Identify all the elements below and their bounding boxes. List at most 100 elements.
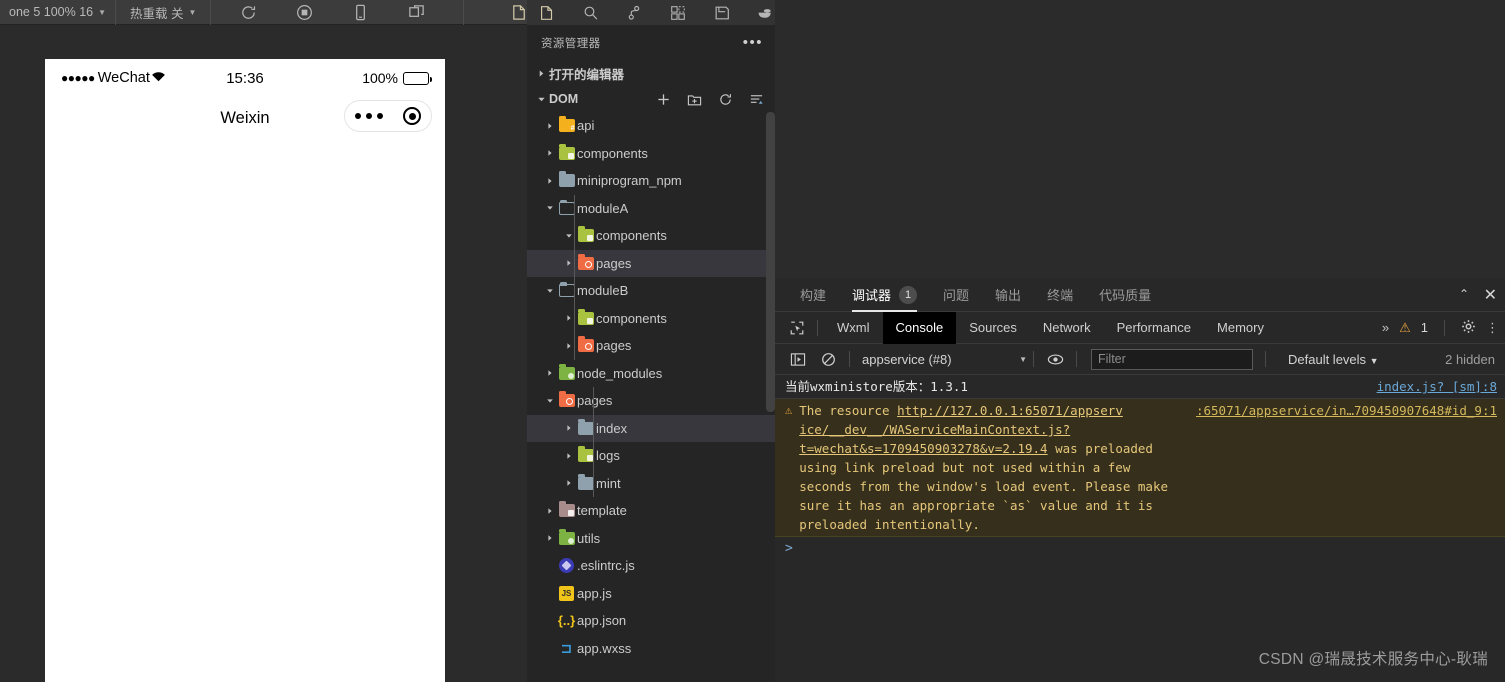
panel-tab-label: 调试器 bbox=[852, 288, 892, 303]
tree-item-label: app.json bbox=[577, 613, 627, 629]
warning-triangle-icon: ⚠ bbox=[1399, 319, 1411, 335]
inspect-element-icon[interactable] bbox=[783, 320, 811, 336]
tree-item-mint[interactable]: mint bbox=[527, 470, 775, 498]
console-message-warning[interactable]: ⚠ The resource http://127.0.0.1:65071/ap… bbox=[775, 399, 1505, 537]
panel-tab-输出[interactable]: 输出 bbox=[995, 278, 1021, 312]
wxss-icon-icon: ⊐ bbox=[560, 639, 573, 656]
tree-scrollbar[interactable] bbox=[766, 112, 775, 412]
chevron-up-icon[interactable]: ⌃ bbox=[1459, 287, 1469, 301]
folder-orange-icon bbox=[575, 253, 596, 270]
chevron-down-icon bbox=[543, 204, 556, 212]
target-circle-icon[interactable] bbox=[403, 107, 422, 125]
preview-device-icon[interactable] bbox=[349, 1, 371, 23]
explorer-more-icon[interactable]: ••• bbox=[743, 34, 763, 51]
wifi-icon bbox=[151, 70, 166, 86]
tree-item-pages[interactable]: pages bbox=[527, 387, 775, 415]
devtools-tab-console[interactable]: Console bbox=[882, 311, 957, 344]
indent-guide bbox=[593, 387, 594, 497]
more-dots-icon[interactable] bbox=[354, 112, 384, 120]
explorer-icon[interactable] bbox=[537, 2, 557, 23]
tree-item-label: miniprogram_npm bbox=[577, 173, 682, 189]
panel-tab-label: 问题 bbox=[943, 288, 970, 303]
new-folder-icon[interactable] bbox=[686, 91, 703, 108]
devtools-tab-network[interactable]: Network bbox=[1030, 312, 1104, 344]
tree-item-label: pages bbox=[577, 393, 613, 409]
refresh-icon[interactable] bbox=[717, 91, 734, 108]
console-inline-link[interactable]: ice/__dev__/WAServiceMainContext.js?t=we… bbox=[799, 422, 1070, 456]
chevron-right-icon bbox=[543, 534, 556, 542]
clear-console-icon[interactable] bbox=[813, 352, 843, 367]
panel-tab-构建[interactable]: 构建 bbox=[800, 278, 826, 312]
docker-icon[interactable] bbox=[755, 2, 775, 23]
chevron-down-icon bbox=[533, 95, 549, 104]
battery-icon bbox=[403, 71, 433, 85]
panel-tab-代码质量[interactable]: 代码质量 bbox=[1099, 278, 1151, 312]
tree-item-label: app.js bbox=[577, 585, 612, 601]
folder-orange-icon bbox=[556, 391, 577, 408]
tree-item-app-json[interactable]: {..} app.json bbox=[527, 607, 775, 635]
workspace-section[interactable]: DOM bbox=[527, 86, 775, 112]
folder-lime-icon bbox=[575, 308, 596, 325]
file-tree[interactable]: # api components miniprogram_npm moduleA comp… bbox=[527, 112, 775, 662]
console-inline-link[interactable]: http://127.0.0.1:65071/appserv bbox=[897, 403, 1123, 418]
refresh-icon[interactable] bbox=[237, 1, 259, 23]
eslint-icon-icon bbox=[556, 558, 577, 574]
devtools-tab-wxml[interactable]: Wxml bbox=[824, 312, 883, 344]
hot-reload-selector[interactable]: 热重载 关 ▼ bbox=[116, 0, 212, 25]
save-icon[interactable] bbox=[712, 2, 732, 23]
panel-tab-问题[interactable]: 问题 bbox=[943, 278, 969, 312]
console-source-link[interactable]: index.js? [sm]:8 bbox=[1363, 377, 1497, 396]
panel-tab-终端[interactable]: 终端 bbox=[1047, 278, 1073, 312]
tree-item-label: logs bbox=[596, 448, 620, 464]
console-output[interactable]: 当前wxministore版本：1.3.1 index.js? [sm]:8 ⚠… bbox=[775, 375, 1505, 560]
folder-yellow-icon: # bbox=[556, 116, 577, 133]
tree-item-pages[interactable]: pages bbox=[527, 332, 775, 360]
tree-item--eslintrc-js[interactable]: .eslintrc.js bbox=[527, 552, 775, 580]
device-selector[interactable]: one 5 100% 16 ▼ bbox=[0, 0, 117, 25]
panel-tab-调试器[interactable]: 调试器 1 bbox=[852, 278, 918, 312]
console-source-link[interactable]: :65071/appservice/in…709450907648#id_9:1 bbox=[1182, 401, 1497, 420]
console-filter-input[interactable] bbox=[1091, 348, 1253, 370]
console-message-info[interactable]: 当前wxministore版本：1.3.1 index.js? [sm]:8 bbox=[775, 375, 1505, 399]
devtools-tab-sources[interactable]: Sources bbox=[956, 312, 1030, 344]
tree-item-label: template bbox=[577, 503, 627, 519]
tree-item-api[interactable]: # api bbox=[527, 112, 775, 140]
live-expression-icon[interactable] bbox=[1040, 353, 1070, 366]
close-icon[interactable]: ✕ bbox=[1484, 285, 1497, 305]
tree-item-components[interactable]: components bbox=[527, 305, 775, 333]
gear-icon[interactable] bbox=[1461, 319, 1476, 337]
tree-item-miniprogram-npm[interactable]: miniprogram_npm bbox=[527, 167, 775, 195]
tree-item-template[interactable]: template bbox=[527, 497, 775, 525]
devtools-tab-memory[interactable]: Memory bbox=[1204, 312, 1277, 344]
tree-item-components[interactable]: components bbox=[527, 140, 775, 168]
console-log-level-selector[interactable]: Default levels ▼ bbox=[1288, 352, 1379, 367]
devtools-tab-performance[interactable]: Performance bbox=[1104, 312, 1204, 344]
extensions-icon[interactable] bbox=[668, 2, 688, 23]
console-prompt[interactable]: > bbox=[775, 537, 1505, 560]
console-context-selector[interactable]: appservice (#8) ▼ bbox=[862, 352, 1027, 367]
search-icon[interactable] bbox=[581, 2, 601, 23]
tree-item-node-modules[interactable]: node_modules bbox=[527, 360, 775, 388]
capsule-buttons[interactable] bbox=[344, 100, 432, 132]
multi-window-icon[interactable] bbox=[405, 1, 427, 23]
tree-item-utils[interactable]: utils bbox=[527, 525, 775, 553]
console-sidebar-icon[interactable] bbox=[783, 352, 813, 367]
tree-item-label: components bbox=[596, 228, 667, 244]
source-control-icon[interactable] bbox=[624, 2, 644, 23]
open-editors-section[interactable]: 打开的编辑器 bbox=[527, 60, 775, 86]
tree-item-logs[interactable]: logs bbox=[527, 442, 775, 470]
collapse-all-icon[interactable] bbox=[748, 91, 765, 108]
tree-item-app-js[interactable]: JS app.js bbox=[527, 580, 775, 608]
tree-item-pages[interactable]: pages bbox=[527, 249, 775, 277]
prompt-caret: > bbox=[785, 541, 793, 556]
tree-item-index[interactable]: index bbox=[527, 414, 775, 442]
new-file-icon[interactable] bbox=[655, 91, 672, 108]
tree-item-modulea[interactable]: moduleA bbox=[527, 195, 775, 223]
more-vertical-icon[interactable]: ⋮ bbox=[1486, 320, 1499, 336]
tree-item-moduleb[interactable]: moduleB bbox=[527, 277, 775, 305]
tree-item-components[interactable]: components bbox=[527, 222, 775, 250]
phone-simulator[interactable]: ●●●●● WeChat 15:36 100% Weixin bbox=[45, 59, 445, 682]
devtools-overflow-icon[interactable]: » bbox=[1382, 320, 1389, 335]
stop-record-icon[interactable] bbox=[293, 1, 315, 23]
tree-item-app-wxss[interactable]: ⊐ app.wxss bbox=[527, 635, 775, 663]
